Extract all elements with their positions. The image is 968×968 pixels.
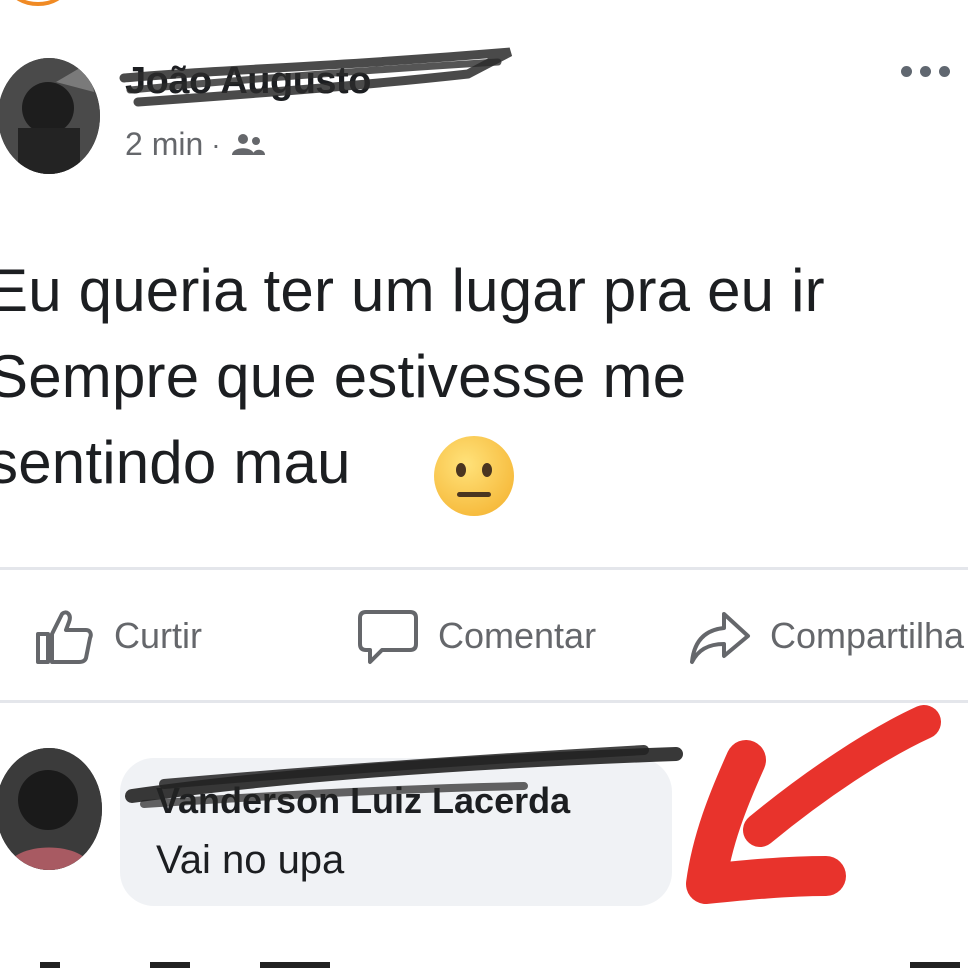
share-button[interactable]: Compartilha xyxy=(688,604,964,668)
comment-label: Comentar xyxy=(438,615,597,656)
post-text: Eu queria ter um lugar pra eu ir Sempre … xyxy=(0,257,825,496)
divider xyxy=(0,567,968,570)
comment-text: Vai no upa xyxy=(156,838,345,882)
neutral-face-emoji xyxy=(434,436,514,516)
comment-button[interactable]: Comentar xyxy=(356,604,596,668)
author-avatar[interactable] xyxy=(0,58,100,174)
more-options-icon[interactable] xyxy=(901,66,950,77)
post-meta: 2 min · xyxy=(125,126,267,163)
bottom-edge-remnants xyxy=(40,962,960,968)
author-name[interactable]: João Augusto xyxy=(125,60,371,103)
commenter-name[interactable]: Vanderson Luiz Lacerda xyxy=(156,780,570,822)
red-arrow-annotation xyxy=(686,705,941,904)
commenter-avatar[interactable] xyxy=(0,748,102,870)
thumbs-up-icon xyxy=(36,610,93,664)
story-ring xyxy=(10,0,66,6)
like-label: Curtir xyxy=(114,615,202,656)
like-button[interactable]: Curtir xyxy=(32,604,202,668)
meta-separator: · xyxy=(211,128,221,160)
comment-icon xyxy=(358,610,418,664)
post-time[interactable]: 2 min xyxy=(125,126,203,163)
share-arrow-icon xyxy=(690,612,750,664)
share-label: Compartilha xyxy=(770,615,965,656)
friends-icon[interactable] xyxy=(229,133,267,157)
